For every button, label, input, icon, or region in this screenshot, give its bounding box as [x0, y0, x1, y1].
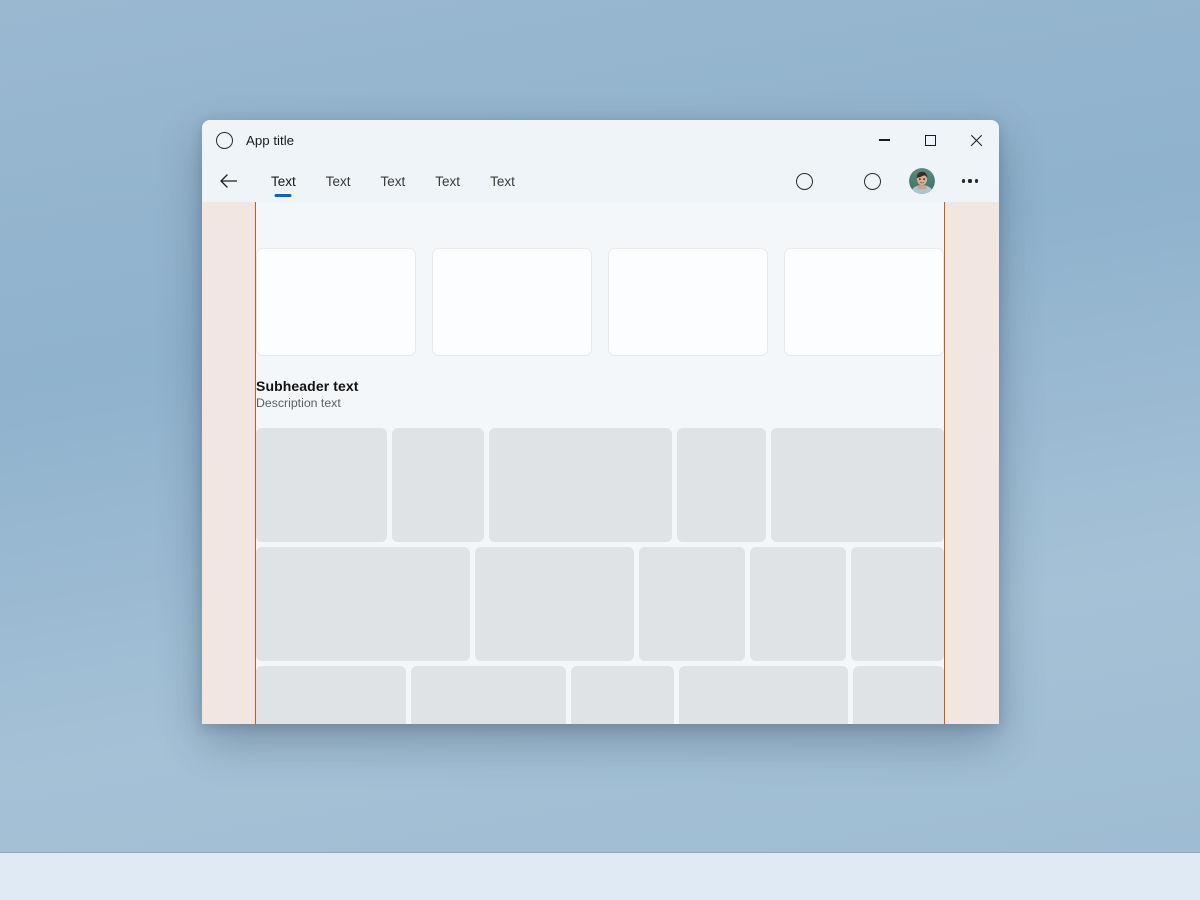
tab-2-label: Text — [325, 173, 351, 189]
tab-1-label: Text — [271, 173, 296, 189]
content-area: Subheader text Description text — [202, 202, 999, 724]
window-caption-buttons — [861, 120, 999, 160]
tab-5-label: Text — [490, 173, 515, 189]
mosaic-tile-3-4[interactable] — [679, 666, 848, 724]
mosaic-tile-2-4[interactable] — [749, 547, 846, 661]
right-margin-guide — [944, 202, 999, 724]
mosaic-row-3 — [256, 666, 944, 724]
mosaic-row-1 — [256, 428, 944, 542]
command-bar-actions — [770, 160, 999, 202]
maximize-icon — [924, 134, 936, 146]
left-margin-guide — [202, 202, 256, 724]
app-window: App title Text Text Text Text Text Subhe… — [202, 120, 999, 724]
mosaic-tile-3-1[interactable] — [256, 666, 406, 724]
card-3[interactable] — [608, 248, 768, 356]
action-button-2[interactable] — [855, 164, 889, 198]
desktop: App title Text Text Text Text Text Subhe… — [0, 0, 1200, 900]
close-button[interactable] — [953, 120, 999, 160]
close-icon — [970, 134, 983, 147]
app-title-text: App title — [246, 132, 295, 148]
circle-outline-icon-1 — [795, 172, 813, 190]
mosaic-tile-1-4[interactable] — [677, 428, 766, 542]
card-row — [256, 248, 944, 356]
tab-3[interactable]: Text — [366, 160, 421, 202]
minimize-icon — [878, 139, 890, 141]
tab-3-label: Text — [380, 173, 406, 189]
mosaic-tile-3-3[interactable] — [570, 666, 675, 724]
circle-outline-icon-2 — [863, 172, 881, 190]
mosaic-tile-2-1[interactable] — [256, 547, 470, 661]
command-bar: Text Text Text Text Text — [202, 160, 999, 202]
section-header: Subheader text Description text — [256, 378, 359, 410]
ellipsis-icon-dot-3 — [974, 179, 978, 183]
back-button[interactable] — [213, 166, 243, 196]
card-1[interactable] — [256, 248, 416, 356]
tab-1[interactable]: Text — [256, 160, 311, 202]
mosaic-tile-1-5[interactable] — [770, 428, 944, 542]
tab-5[interactable]: Text — [475, 160, 530, 202]
ellipsis-icon-dot-1 — [962, 179, 966, 183]
avatar[interactable] — [909, 168, 935, 194]
user-avatar-photo-icon — [909, 168, 935, 194]
tab-2[interactable]: Text — [311, 160, 366, 202]
app-logo-circle-icon — [216, 131, 233, 149]
content-canvas: Subheader text Description text — [256, 202, 945, 724]
mosaic-tile-3-2[interactable] — [410, 666, 566, 724]
card-4[interactable] — [784, 248, 944, 356]
tab-4-label: Text — [435, 173, 461, 189]
card-2[interactable] — [432, 248, 592, 356]
section-title: Subheader text — [256, 378, 359, 394]
mosaic-tile-2-3[interactable] — [639, 547, 745, 661]
section-description: Description text — [256, 396, 341, 410]
tab-4[interactable]: Text — [420, 160, 475, 202]
mosaic-tile-1-1[interactable] — [256, 428, 387, 542]
mosaic-row-2 — [256, 547, 945, 661]
mosaic-grid — [256, 428, 945, 724]
mosaic-tile-1-2[interactable] — [391, 428, 485, 542]
title-bar: App title — [202, 120, 999, 160]
mosaic-tile-2-5[interactable] — [850, 547, 945, 661]
overflow-menu-button[interactable] — [953, 164, 987, 198]
mosaic-tile-2-2[interactable] — [474, 547, 635, 661]
maximize-button[interactable] — [907, 120, 953, 160]
mosaic-tile-3-5[interactable] — [852, 666, 944, 724]
mosaic-tile-1-3[interactable] — [489, 428, 673, 542]
action-button-1[interactable] — [787, 164, 821, 198]
ellipsis-icon-dot-2 — [968, 179, 972, 183]
taskbar[interactable] — [0, 852, 1200, 900]
tab-1-active-indicator — [274, 194, 292, 197]
arrow-left-icon — [219, 174, 237, 188]
tab-strip: Text Text Text Text Text — [256, 160, 530, 202]
minimize-button[interactable] — [861, 120, 907, 160]
